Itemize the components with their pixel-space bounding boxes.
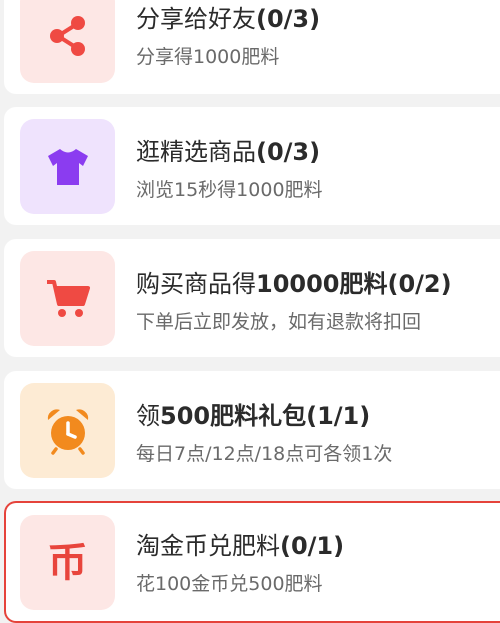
task-card-browse[interactable]: 逛精选商品(0/3) 浏览15秒得1000肥料 — [4, 107, 500, 225]
task-icon-box — [20, 0, 115, 83]
task-icon-box: 币 — [20, 515, 115, 610]
task-card-purchase[interactable]: 购买商品得10000肥料(0/2) 下单后立即发放，如有退款将扣回 — [4, 239, 500, 357]
gold-coin-icon: 币 — [47, 539, 88, 586]
task-description: 花100金币兑500肥料 — [136, 573, 323, 595]
task-icon-box — [20, 251, 115, 346]
task-description: 分享得1000肥料 — [136, 46, 280, 68]
task-title: 领500肥料礼包(1/1) — [136, 402, 371, 430]
task-description: 每日7点/12点/18点可各领1次 — [136, 443, 393, 465]
task-card-share[interactable]: 分享给好友(0/3) 分享得1000肥料 — [4, 0, 500, 94]
share-icon — [49, 15, 85, 56]
shopping-cart-icon — [46, 279, 90, 317]
alarm-clock-icon — [47, 408, 88, 455]
task-description: 浏览15秒得1000肥料 — [136, 179, 323, 201]
task-title: 分享给好友(0/3) — [136, 5, 321, 33]
task-title: 逛精选商品(0/3) — [136, 138, 321, 166]
task-list: 分享给好友(0/3) 分享得1000肥料 逛精选商品(0/3) 浏览15秒得10… — [0, 0, 500, 623]
task-icon-box — [20, 383, 115, 478]
task-card-exchange[interactable]: 币 淘金币兑肥料(0/1) 花100金币兑500肥料 — [4, 501, 500, 623]
task-title: 购买商品得10000肥料(0/2) — [136, 270, 452, 298]
tshirt-icon — [47, 148, 88, 185]
task-description: 下单后立即发放，如有退款将扣回 — [136, 311, 422, 333]
task-title: 淘金币兑肥料(0/1) — [136, 532, 345, 560]
task-card-gift[interactable]: 领500肥料礼包(1/1) 每日7点/12点/18点可各领1次 — [4, 371, 500, 489]
task-icon-box — [20, 119, 115, 214]
